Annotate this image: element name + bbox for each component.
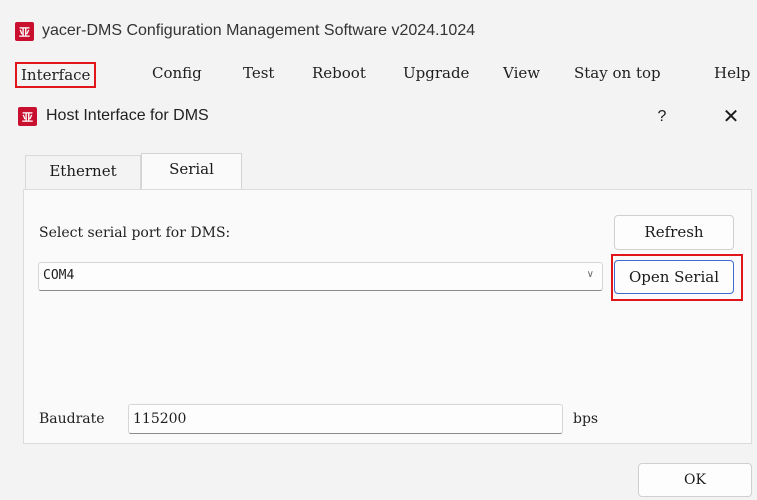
- dialog-logo-icon: 亚: [18, 107, 37, 126]
- menu-view[interactable]: View: [503, 62, 540, 88]
- refresh-button[interactable]: Refresh: [614, 215, 734, 250]
- help-button[interactable]: ?: [650, 104, 674, 130]
- ok-button[interactable]: OK: [638, 463, 752, 497]
- menu-help[interactable]: Help: [714, 62, 750, 88]
- close-button[interactable]: ✕: [718, 104, 744, 130]
- dialog-title: Host Interface for DMS: [46, 107, 209, 124]
- menu-stay-on-top[interactable]: Stay on top: [574, 62, 661, 88]
- menu-config[interactable]: Config: [152, 62, 202, 88]
- chevron-down-icon: ∨: [586, 269, 594, 280]
- app-title: yacer-DMS Configuration Management Softw…: [42, 22, 476, 39]
- tab-ethernet[interactable]: Ethernet: [25, 155, 141, 189]
- serial-port-select[interactable]: COM4 ∨: [38, 262, 603, 291]
- menu-test[interactable]: Test: [243, 62, 274, 88]
- app-logo-icon: 亚: [15, 22, 34, 41]
- open-serial-button[interactable]: Open Serial: [614, 260, 734, 294]
- menu-interface[interactable]: Interface: [15, 62, 97, 88]
- select-port-label: Select serial port for DMS:: [39, 225, 231, 241]
- menubar: Interface Config Test Reboot Upgrade Vie…: [0, 56, 757, 90]
- dialog-titlebar: 亚 Host Interface for DMS ? ✕: [10, 96, 757, 139]
- baudrate-input[interactable]: 115200: [128, 404, 563, 434]
- menu-upgrade[interactable]: Upgrade: [403, 62, 469, 88]
- tab-serial[interactable]: Serial: [141, 153, 242, 190]
- app-titlebar: 亚 yacer-DMS Configuration Management Sof…: [0, 0, 757, 56]
- menu-reboot[interactable]: Reboot: [312, 62, 366, 88]
- bps-label: bps: [573, 411, 599, 427]
- baudrate-label: Baudrate: [39, 411, 105, 427]
- serial-port-value: COM4: [43, 268, 75, 283]
